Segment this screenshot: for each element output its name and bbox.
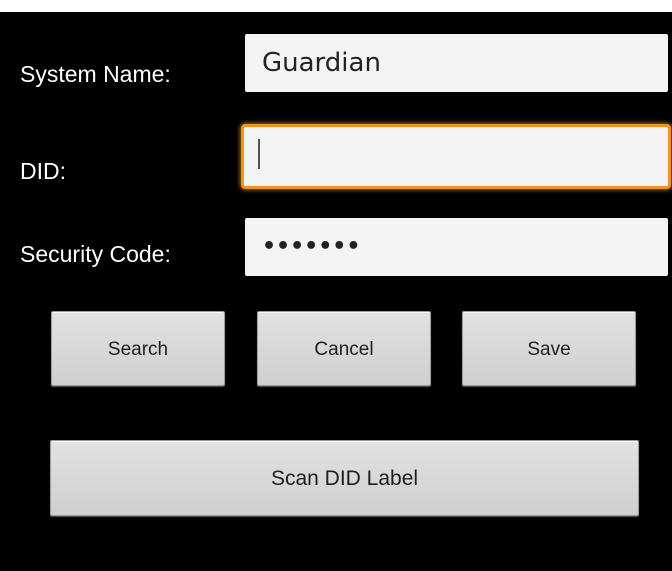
- security-code-field[interactable]: •••••••: [245, 218, 668, 276]
- system-settings-form: System Name: Guardian DID: Security Code…: [8, 12, 672, 571]
- system-name-value: Guardian: [262, 48, 381, 78]
- search-button[interactable]: Search: [51, 311, 225, 386]
- did-field[interactable]: [241, 124, 671, 189]
- top-edge-strip: [0, 0, 672, 12]
- scan-did-label-button[interactable]: Scan DID Label: [50, 440, 639, 516]
- save-button[interactable]: Save: [462, 311, 636, 386]
- text-cursor: [258, 138, 260, 169]
- did-label: DID:: [20, 158, 66, 184]
- cancel-button[interactable]: Cancel: [257, 311, 431, 386]
- system-name-label: System Name:: [20, 61, 171, 87]
- system-name-field[interactable]: Guardian: [245, 34, 668, 92]
- security-code-label: Security Code:: [20, 241, 171, 267]
- security-code-masked-value: •••••••: [262, 234, 361, 259]
